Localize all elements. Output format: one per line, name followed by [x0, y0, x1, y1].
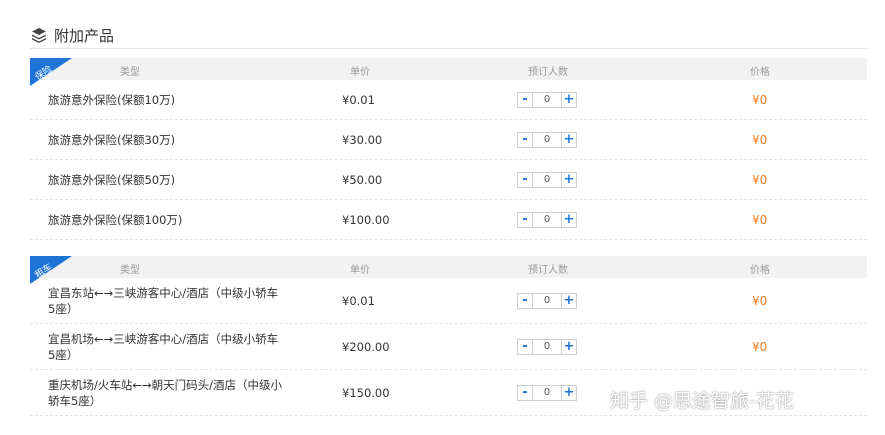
- quantity-input[interactable]: 0: [533, 211, 561, 228]
- total-price: ¥0: [752, 92, 768, 107]
- plus-button[interactable]: +: [561, 292, 577, 309]
- quantity-stepper: - 0 +: [517, 384, 577, 401]
- minus-button[interactable]: -: [517, 91, 533, 108]
- quantity-stepper: - 0 +: [517, 91, 577, 108]
- plus-button[interactable]: +: [561, 171, 577, 188]
- minus-button[interactable]: -: [517, 338, 533, 355]
- product-name: 旅游意外保险(保额100万): [48, 212, 183, 227]
- minus-button[interactable]: -: [517, 211, 533, 228]
- unit-price: ¥150.00: [342, 385, 390, 400]
- table-row: 旅游意外保险(保额100万) ¥100.00 - 0 + ¥0: [30, 200, 867, 240]
- product-name: 旅游意外保险(保额30万): [48, 132, 176, 147]
- minus-button[interactable]: -: [517, 292, 533, 309]
- plus-button[interactable]: +: [561, 211, 577, 228]
- minus-button[interactable]: -: [517, 171, 533, 188]
- unit-price: ¥0.01: [342, 293, 375, 308]
- col-count: 预订人数: [528, 265, 568, 276]
- quantity-stepper: - 0 +: [517, 131, 577, 148]
- product-name: 旅游意外保险(保额10万): [48, 92, 176, 107]
- quantity-input[interactable]: 0: [533, 171, 561, 188]
- quantity-input[interactable]: 0: [533, 91, 561, 108]
- product-name: 宜昌东站←→三峡游客中心/酒店（中级小轿车5座）: [48, 285, 279, 316]
- plus-button[interactable]: +: [561, 91, 577, 108]
- stack-icon: [32, 28, 46, 43]
- plus-button[interactable]: +: [561, 131, 577, 148]
- table-row: 旅游意外保险(保额30万) ¥30.00 - 0 + ¥0: [30, 120, 867, 160]
- watermark: 知乎 @思途智旅-花花: [610, 390, 794, 412]
- table-header: 类型 单价 预订人数 价格: [30, 256, 867, 278]
- unit-price: ¥30.00: [342, 132, 383, 147]
- unit-price: ¥200.00: [342, 339, 390, 354]
- total-price: ¥0: [752, 132, 768, 147]
- unit-price: ¥100.00: [342, 212, 390, 227]
- col-total: 价格: [750, 67, 770, 78]
- col-type: 类型: [120, 265, 140, 276]
- quantity-stepper: - 0 +: [517, 338, 577, 355]
- col-price: 单价: [350, 67, 370, 78]
- quantity-stepper: - 0 +: [517, 292, 577, 309]
- table-row: 旅游意外保险(保额10万) ¥0.01 - 0 + ¥0: [30, 80, 867, 120]
- minus-button[interactable]: -: [517, 131, 533, 148]
- quantity-stepper: - 0 +: [517, 211, 577, 228]
- section-header: 附加产品: [30, 22, 114, 48]
- quantity-stepper: - 0 +: [517, 171, 577, 188]
- table-row: 宜昌机场←→三峡游客中心/酒店（中级小轿车5座） ¥200.00 - 0 + ¥…: [30, 324, 867, 370]
- insurance-section: 保险 类型 单价 预订人数 价格 旅游意外保险(保额10万) ¥0.01 - 0…: [30, 58, 867, 240]
- col-price: 单价: [350, 265, 370, 276]
- total-price: ¥0: [752, 339, 768, 354]
- page-title: 附加产品: [54, 26, 115, 45]
- product-name: 宜昌机场←→三峡游客中心/酒店（中级小轿车5座）: [48, 331, 279, 362]
- table-header: 类型 单价 预订人数 价格: [30, 58, 867, 80]
- header-divider: [30, 48, 867, 49]
- quantity-input[interactable]: 0: [533, 131, 561, 148]
- quantity-input[interactable]: 0: [533, 384, 561, 401]
- total-price: ¥0: [752, 293, 768, 308]
- col-count: 预订人数: [528, 67, 568, 78]
- car-rental-ribbon: 租车: [30, 256, 72, 284]
- minus-button[interactable]: -: [517, 384, 533, 401]
- product-name: 重庆机场/火车站←→朝天门码头/酒店（中级小轿车5座）: [48, 377, 283, 408]
- total-price: ¥0: [752, 212, 768, 227]
- col-type: 类型: [120, 67, 140, 78]
- unit-price: ¥50.00: [342, 172, 383, 187]
- unit-price: ¥0.01: [342, 92, 375, 107]
- table-row: 旅游意外保险(保额50万) ¥50.00 - 0 + ¥0: [30, 160, 867, 200]
- col-total: 价格: [750, 265, 770, 276]
- table-row: 宜昌东站←→三峡游客中心/酒店（中级小轿车5座） ¥0.01 - 0 + ¥0: [30, 278, 867, 324]
- quantity-input[interactable]: 0: [533, 292, 561, 309]
- plus-button[interactable]: +: [561, 338, 577, 355]
- insurance-ribbon: 保险: [30, 58, 72, 86]
- product-name: 旅游意外保险(保额50万): [48, 172, 176, 187]
- quantity-input[interactable]: 0: [533, 338, 561, 355]
- plus-button[interactable]: +: [561, 384, 577, 401]
- total-price: ¥0: [752, 172, 768, 187]
